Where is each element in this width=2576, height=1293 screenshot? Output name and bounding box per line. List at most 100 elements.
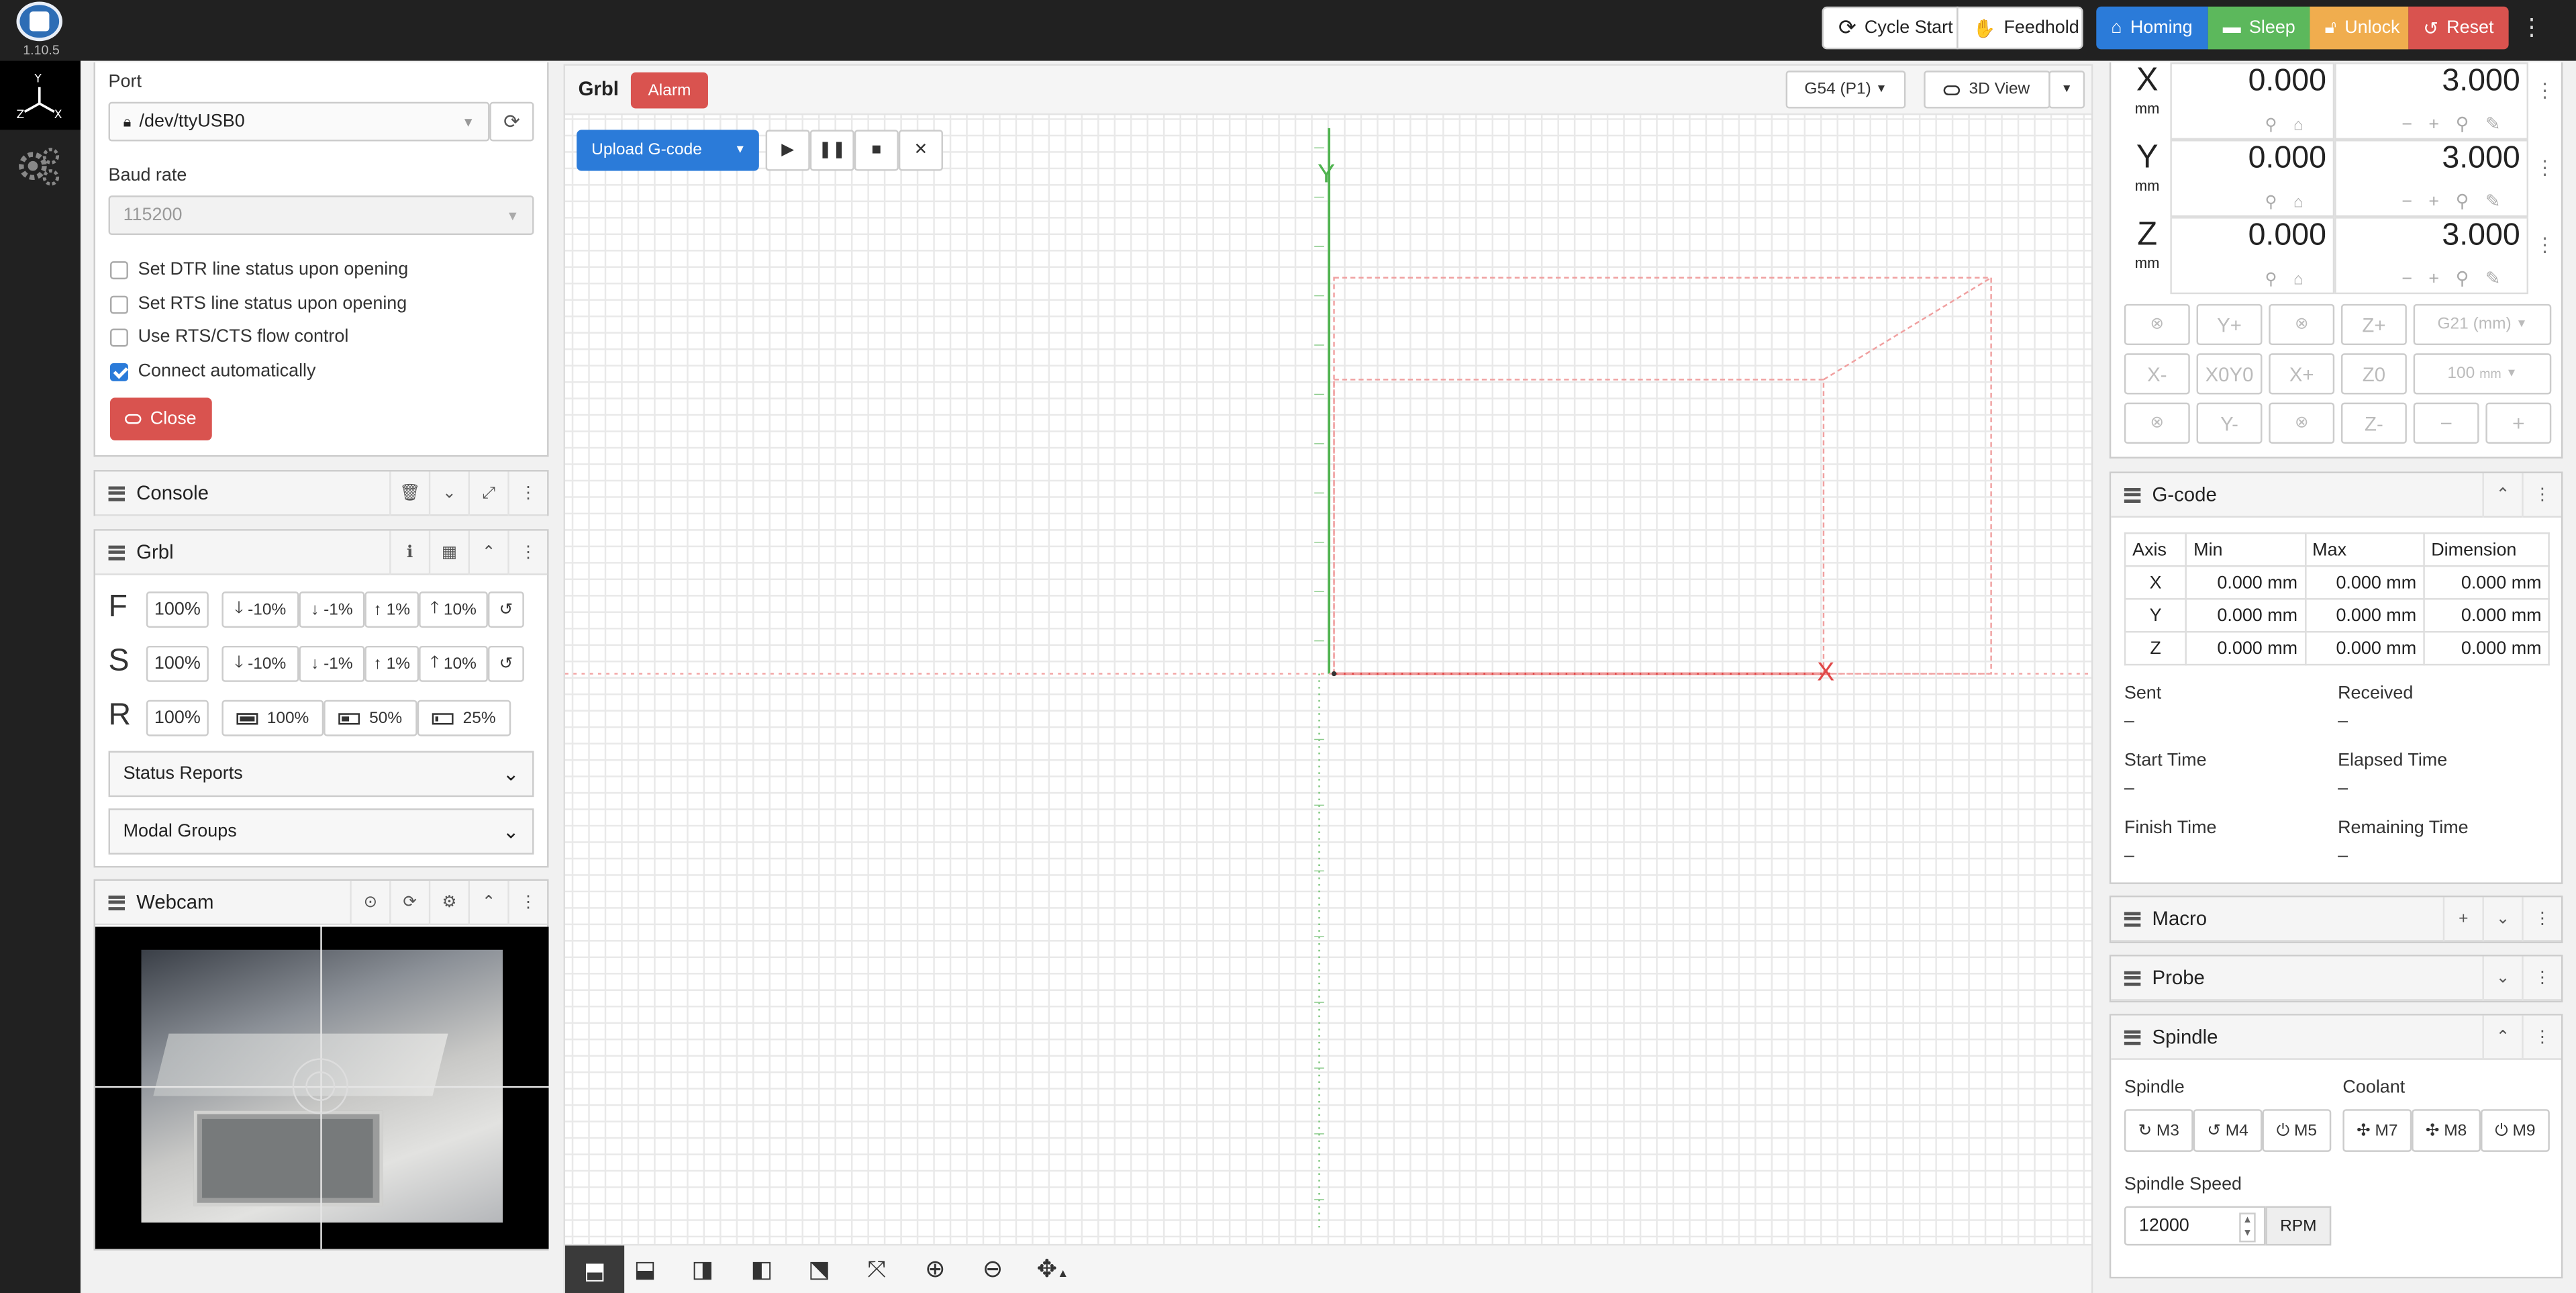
m9-button[interactable]: ⏻ M9	[2481, 1109, 2550, 1152]
spindle-header[interactable]: Spindle ⌃ ⋮	[2111, 1015, 2561, 1060]
m4-button[interactable]: ↺ M4	[2193, 1109, 2263, 1152]
view-3d-icon[interactable]: ⬒	[565, 1245, 625, 1293]
close-gcode-button[interactable]: ✕	[898, 130, 943, 171]
grbl-header[interactable]: Grbl ℹ ▦ ⌃ ⋮	[95, 530, 548, 575]
spindle-plus-1-button[interactable]: ↑ 1%	[364, 645, 419, 682]
rapid-25-button[interactable]: 25%	[417, 700, 511, 736]
m3-button[interactable]: ↻ M3	[2124, 1109, 2193, 1152]
trash-icon[interactable]: 🗑︎	[389, 471, 429, 516]
chevron-down-icon[interactable]: ⌄	[2482, 956, 2522, 1001]
chevron-up-icon[interactable]: ⌃	[468, 880, 508, 926]
spindle-plus-10-button[interactable]: 🡑︎ 10%	[419, 645, 488, 682]
view-mode-toggle[interactable]: 3D View	[1924, 70, 2050, 109]
y-work-icons[interactable]: ⚲⌂	[2265, 194, 2320, 212]
settings-icon[interactable]: ⚙	[428, 880, 468, 926]
nav-workspace[interactable]: Y Z X	[0, 60, 81, 130]
decrease-distance-button[interactable]: −	[2413, 402, 2479, 444]
rapid-50-button[interactable]: 50%	[324, 700, 417, 736]
refresh-icon[interactable]: ⟳	[389, 880, 429, 926]
spindle-minus-10-button[interactable]: 🡓︎ -10%	[221, 645, 299, 682]
feed-minus-10-button[interactable]: 🡓︎ -10%	[221, 591, 299, 628]
gcode-visualizer[interactable]: Y X	[565, 115, 2091, 1244]
spindle-speed-input[interactable]: 12000 ▲ ▼	[2124, 1206, 2266, 1246]
close-connection-button[interactable]: Close	[109, 397, 212, 440]
jog-xplus-button[interactable]: X+	[2269, 353, 2335, 395]
chevron-down-icon[interactable]: ⌄	[428, 471, 468, 516]
jog-xplus-yplus-button[interactable]: ⊗	[2269, 303, 2335, 346]
reset-button[interactable]: ↺ Reset	[2408, 6, 2509, 50]
flow-control-checkbox[interactable]	[109, 328, 128, 346]
drag-handle-icon[interactable]	[2124, 970, 2141, 986]
probe-header[interactable]: Probe ⌄ ⋮	[2111, 956, 2561, 1001]
app-logo[interactable]	[16, 1, 63, 42]
rapid-100-button[interactable]: 100%	[221, 700, 324, 736]
feed-plus-1-button[interactable]: ↑ 1%	[364, 591, 419, 628]
view-top-icon[interactable]: ⬓	[634, 1255, 656, 1284]
kebab-menu-icon[interactable]: ⋮	[2522, 897, 2561, 942]
rts-checkbox[interactable]	[109, 295, 128, 314]
chevron-up-icon[interactable]: ⌃	[2482, 473, 2522, 518]
z-machine-icons[interactable]: −+⚲✎	[2401, 268, 2517, 289]
x-work-icons[interactable]: ⚲⌂	[2265, 117, 2320, 135]
toggle-icon[interactable]: ⊙	[350, 880, 389, 926]
view-left-icon[interactable]: ⬔	[808, 1255, 830, 1284]
expand-icon[interactable]: ⤢	[468, 471, 508, 516]
option-flow-control[interactable]: Use RTS/CTS flow control	[109, 327, 348, 346]
chevron-up-icon[interactable]: ⌃	[468, 530, 508, 575]
view-front-icon[interactable]: ◨	[691, 1255, 713, 1284]
refresh-ports-button[interactable]: ⟳	[489, 101, 534, 142]
view-options-dropdown[interactable]: ▼	[2048, 70, 2085, 109]
sleep-button[interactable]: ▬ Sleep	[2208, 6, 2310, 50]
jog-xminus-yminus-button[interactable]: ⊗	[2124, 402, 2190, 444]
stop-button[interactable]: ■	[854, 130, 899, 171]
info-icon[interactable]: ℹ	[389, 530, 429, 575]
jog-xminus-yplus-button[interactable]: ⊗	[2124, 303, 2190, 346]
spindle-minus-1-button[interactable]: ↓ -1%	[299, 645, 365, 682]
chevron-up-icon[interactable]: ⌃	[2482, 1015, 2522, 1060]
m8-button[interactable]: ✣ M8	[2412, 1109, 2481, 1152]
grid-icon[interactable]: ▦	[428, 530, 468, 575]
jog-xminus-button[interactable]: X-	[2124, 353, 2190, 395]
drag-handle-icon[interactable]	[108, 485, 126, 501]
option-dtr[interactable]: Set DTR line status upon opening	[109, 260, 408, 279]
upload-gcode-button[interactable]: Upload G-code ▼	[577, 130, 759, 171]
x-menu-icon[interactable]: ⋮	[2535, 79, 2555, 101]
more-menu-icon[interactable]: ⋮	[2520, 13, 2543, 42]
gcode-header[interactable]: G-code ⌃ ⋮	[2111, 473, 2561, 518]
kebab-menu-icon[interactable]: ⋮	[507, 880, 547, 926]
kebab-menu-icon[interactable]: ⋮	[507, 530, 547, 575]
drag-handle-icon[interactable]	[108, 894, 126, 910]
kebab-menu-icon[interactable]: ⋮	[2522, 956, 2561, 1001]
increase-distance-button[interactable]: +	[2485, 402, 2552, 444]
fit-view-icon[interactable]: ⤧	[867, 1255, 885, 1284]
feed-minus-1-button[interactable]: ↓ -1%	[299, 591, 365, 628]
auto-connect-checkbox[interactable]	[109, 362, 128, 381]
jog-zplus-button[interactable]: Z+	[2340, 303, 2407, 346]
kebab-menu-icon[interactable]: ⋮	[2522, 1015, 2561, 1060]
zoom-out-icon[interactable]: ⊖	[983, 1254, 1003, 1284]
feed-reset-button[interactable]: ↺	[487, 591, 524, 628]
jog-yminus-button[interactable]: Y-	[2196, 402, 2263, 444]
x-machine-icons[interactable]: −+⚲✎	[2401, 113, 2517, 134]
status-reports-toggle[interactable]: Status Reports ⌄	[108, 751, 534, 798]
webcam-header[interactable]: Webcam ⊙ ⟳ ⚙ ⌃ ⋮	[95, 880, 548, 926]
jog-yplus-button[interactable]: Y+	[2196, 303, 2263, 346]
y-menu-icon[interactable]: ⋮	[2535, 156, 2555, 179]
m7-button[interactable]: ✣ M7	[2342, 1109, 2412, 1152]
jog-distance-select[interactable]: 100 mm ▼	[2413, 353, 2552, 395]
kebab-menu-icon[interactable]: ⋮	[2522, 473, 2561, 518]
option-auto-connect[interactable]: Connect automatically	[109, 361, 316, 381]
nav-settings[interactable]	[16, 143, 62, 189]
pan-icon[interactable]: ✥▲	[1036, 1254, 1069, 1284]
units-select[interactable]: G21 (mm) ▼	[2413, 303, 2552, 346]
feed-plus-10-button[interactable]: 🡑︎ 10%	[419, 591, 488, 628]
baud-select[interactable]: 115200 ▼	[108, 195, 534, 236]
z-menu-icon[interactable]: ⋮	[2535, 234, 2555, 256]
cycle-start-button[interactable]: ⟳ Cycle Start	[1822, 6, 1959, 50]
y-machine-icons[interactable]: −+⚲✎	[2401, 191, 2517, 211]
zoom-in-icon[interactable]: ⊕	[925, 1254, 946, 1284]
drag-handle-icon[interactable]	[2124, 487, 2141, 502]
console-header[interactable]: Console 🗑︎ ⌄ ⤢ ⋮	[95, 471, 548, 516]
wcs-select[interactable]: G54 (P1) ▼	[1785, 70, 1906, 109]
view-right-icon[interactable]: ◧	[751, 1255, 773, 1284]
